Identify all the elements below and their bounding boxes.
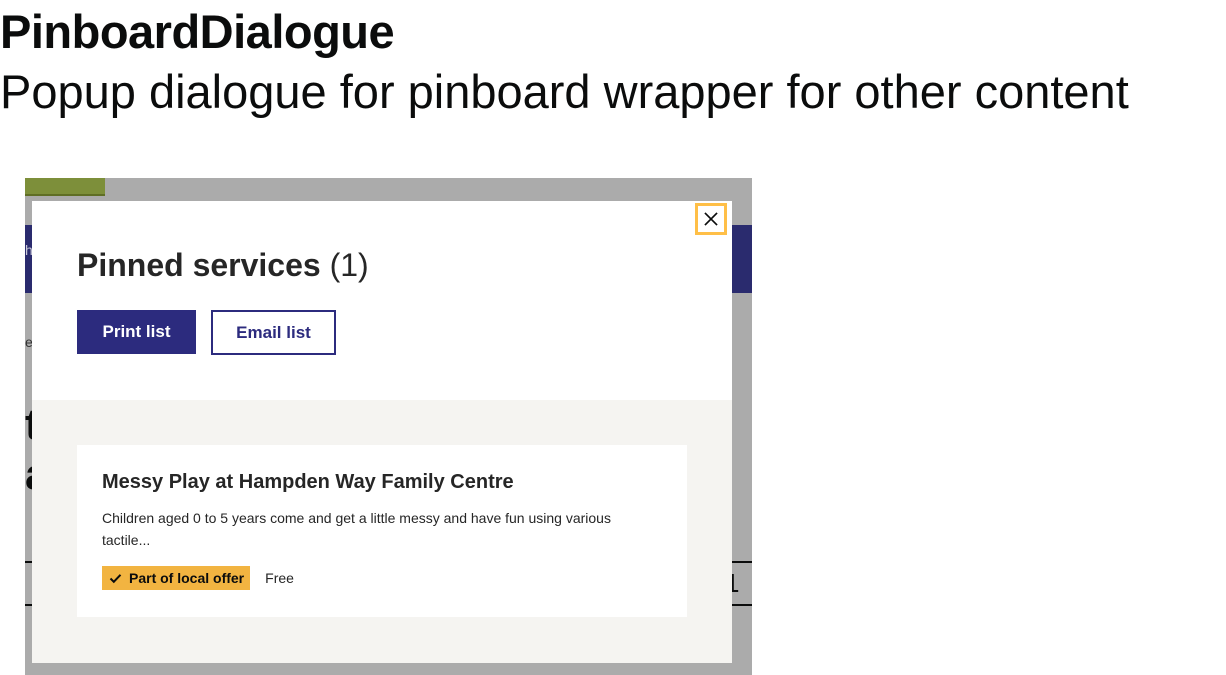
close-x-icon xyxy=(704,212,718,226)
service-card: Messy Play at Hampden Way Family Centre … xyxy=(77,445,687,617)
print-list-button[interactable]: Print list xyxy=(77,310,196,354)
page-subtitle: Popup dialogue for pinboard wrapper for … xyxy=(0,65,1129,118)
service-cost: Free xyxy=(265,570,294,586)
pinboard-dialog: Pinned services (1) Print list Email lis… xyxy=(32,201,732,663)
dialog-title: Pinned services (1) xyxy=(77,245,369,285)
pinned-count: (1) xyxy=(329,247,369,283)
pinned-services-list: Messy Play at Hampden Way Family Centre … xyxy=(32,400,732,663)
dialog-title-text: Pinned services xyxy=(77,247,321,283)
backdrop-green-bar xyxy=(25,178,105,196)
email-list-button[interactable]: Email list xyxy=(211,310,336,355)
service-meta: Part of local offer Free xyxy=(102,566,294,590)
check-icon xyxy=(109,573,122,583)
close-button[interactable] xyxy=(695,203,727,235)
service-description: Children aged 0 to 5 years come and get … xyxy=(102,510,611,548)
local-offer-badge: Part of local offer xyxy=(102,566,251,590)
page-title: PinboardDialogue xyxy=(0,5,395,58)
local-offer-badge-label: Part of local offer xyxy=(129,570,245,586)
service-title-link[interactable]: Messy Play at Hampden Way Family Centre xyxy=(102,471,514,494)
